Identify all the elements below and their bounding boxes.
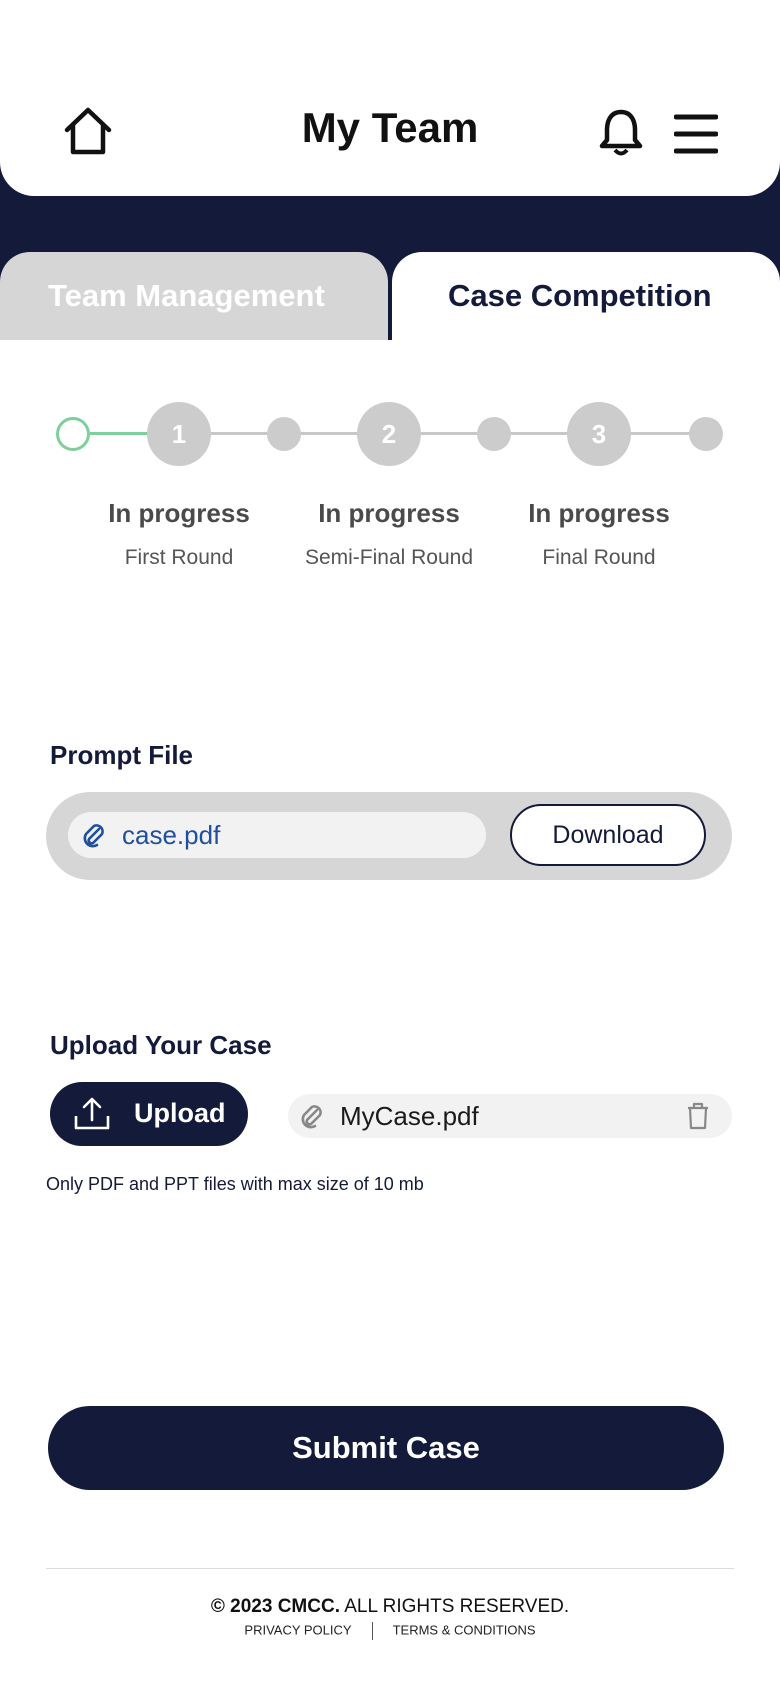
upload-hint: Only PDF and PPT files with max size of … [46, 1174, 424, 1194]
footer-legal-links: PRIVACY POLICY TERMS & CONDITIONS [0, 1622, 780, 1640]
tab-label: Case Competition [448, 278, 712, 313]
copyright-text: ALL RIGHTS RESERVED. [344, 1596, 570, 1617]
footer-separator [371, 1622, 373, 1640]
footer-copyright: © 2023 CMCC. ALL RIGHTS RESERVED. [0, 1596, 780, 1618]
step-3-round: Final Round [542, 546, 656, 569]
tab-team-management[interactable]: Team Management [0, 252, 388, 340]
prompt-file-pill[interactable]: case.pdf [68, 812, 486, 858]
upload-button[interactable]: Upload [50, 1082, 248, 1146]
uploaded-filename: MyCase.pdf [340, 1101, 479, 1131]
upload-button-label: Upload [134, 1098, 226, 1128]
menu-icon[interactable] [674, 112, 718, 156]
step-2-status: In progress [318, 498, 460, 528]
copyright-owner: © 2023 CMCC. [210, 1596, 340, 1617]
footer-divider [46, 1568, 734, 1569]
step-1-number: 1 [147, 402, 211, 466]
stepper-start-dot [56, 417, 90, 451]
step-1-round: First Round [124, 546, 234, 569]
step-3-number: 3 [567, 402, 631, 466]
app-header: My Team [0, 0, 780, 196]
stepper-dot [267, 417, 301, 451]
tab-label: Team Management [48, 278, 325, 313]
uploaded-file-pill: MyCase.pdf [288, 1094, 732, 1138]
submit-case-button[interactable]: Submit Case [48, 1406, 724, 1490]
terms-link[interactable]: TERMS & CONDITIONS [393, 1622, 536, 1637]
stepper-dot [477, 417, 511, 451]
bell-icon[interactable] [598, 106, 644, 158]
upload-icon [74, 1097, 110, 1130]
paperclip-icon [83, 824, 104, 848]
trash-icon[interactable] [684, 1101, 712, 1131]
page-title: My Team [301, 104, 479, 151]
download-button[interactable]: Download [510, 804, 706, 866]
paperclip-icon [301, 1105, 322, 1129]
prompt-file-label: Prompt File [50, 740, 194, 770]
tab-case-competition[interactable]: Case Competition [392, 252, 780, 342]
stepper-dot [689, 417, 723, 451]
step-1-status: In progress [108, 498, 250, 528]
step-2-number: 2 [357, 402, 421, 466]
step-3-status: In progress [528, 498, 670, 528]
upload-case-label: Upload Your Case [50, 1030, 272, 1060]
stepper-line-complete [90, 432, 150, 435]
prompt-filename: case.pdf [122, 820, 221, 850]
step-2-round: Semi-Final Round [304, 546, 474, 569]
privacy-policy-link[interactable]: PRIVACY POLICY [244, 1622, 351, 1637]
